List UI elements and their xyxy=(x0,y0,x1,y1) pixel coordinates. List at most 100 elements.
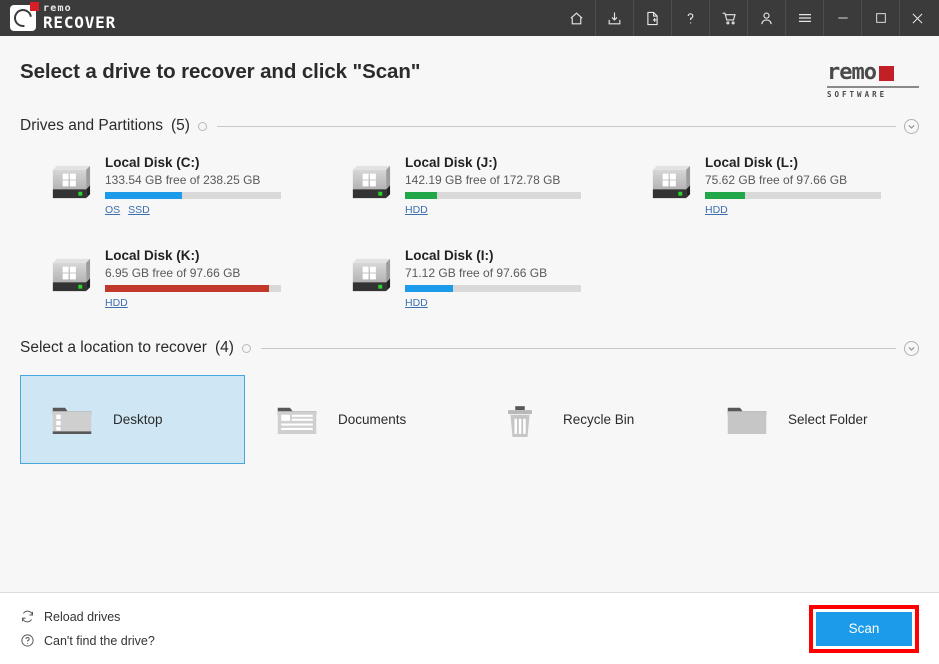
drive-name: Local Disk (L:) xyxy=(705,155,881,170)
drive-name: Local Disk (C:) xyxy=(105,155,281,170)
close-icon[interactable] xyxy=(899,0,939,36)
section-divider-line xyxy=(217,126,896,127)
drive-icon xyxy=(46,250,93,297)
locations-list: Desktop Documents Recycle Bin Select Fol… xyxy=(20,375,919,464)
drive-icon xyxy=(46,157,93,204)
logo-subtext: SOFTWARE xyxy=(827,90,919,99)
refresh-icon xyxy=(20,609,35,624)
footer-links: Reload drives Can't find the drive? xyxy=(20,609,155,648)
new-file-icon[interactable] xyxy=(633,0,671,36)
documents-folder-icon xyxy=(276,402,318,438)
help-icon[interactable] xyxy=(671,0,709,36)
drive-tags: HDD xyxy=(405,297,581,309)
drive-icon xyxy=(346,250,393,297)
remo-logo-icon xyxy=(10,5,36,31)
desktop-folder-icon xyxy=(51,402,93,438)
drive-tag[interactable]: HDD xyxy=(405,297,428,309)
page-header: Select a drive to recover and click "Sca… xyxy=(20,36,919,99)
drive-tag[interactable]: HDD xyxy=(405,204,428,216)
section-divider-line xyxy=(261,348,896,349)
drives-list: Local Disk (C:) 133.54 GB free of 238.25… xyxy=(20,149,919,313)
drive-card[interactable]: Local Disk (K:) 6.95 GB free of 97.66 GB… xyxy=(20,242,320,313)
drive-icon xyxy=(646,157,693,204)
maximize-icon[interactable] xyxy=(861,0,899,36)
location-section-header: Select a location to recover (4) xyxy=(20,339,919,357)
drive-icon xyxy=(346,250,393,297)
drive-icon xyxy=(346,157,393,204)
drive-free-space: 6.95 GB free of 97.66 GB xyxy=(105,266,281,280)
home-icon[interactable] xyxy=(557,0,595,36)
minimize-icon[interactable] xyxy=(823,0,861,36)
remo-software-logo: remo SOFTWARE xyxy=(827,60,919,99)
drive-name: Local Disk (J:) xyxy=(405,155,581,170)
reload-drives-button[interactable]: Reload drives xyxy=(20,609,155,624)
drive-card[interactable]: Local Disk (C:) 133.54 GB free of 238.25… xyxy=(20,149,320,220)
remo-recover-window: remo RECOVER xyxy=(0,0,939,664)
footer-bar: Reload drives Can't find the drive? Scan xyxy=(0,592,939,664)
drive-name: Local Disk (K:) xyxy=(105,248,281,263)
recycle-bin-icon xyxy=(501,402,539,442)
drive-tags: HDD xyxy=(405,204,581,216)
location-label: Recycle Bin xyxy=(563,412,634,427)
drive-tag[interactable]: HDD xyxy=(105,297,128,309)
drive-icon xyxy=(46,157,93,204)
location-label: Desktop xyxy=(113,412,163,427)
scan-button[interactable]: Scan xyxy=(816,612,912,646)
drive-tag[interactable]: HDD xyxy=(705,204,728,216)
drive-usage-bar xyxy=(105,285,281,292)
drive-free-space: 75.62 GB free of 97.66 GB xyxy=(705,173,881,187)
drive-card[interactable]: Local Disk (I:) 71.12 GB free of 97.66 G… xyxy=(320,242,620,313)
cant-find-drive-link[interactable]: Can't find the drive? xyxy=(20,633,155,648)
chevron-down-icon[interactable] xyxy=(904,119,919,134)
logo-divider xyxy=(827,86,919,88)
drive-tag[interactable]: OS xyxy=(105,204,120,216)
drive-icon xyxy=(46,250,93,297)
drive-name: Local Disk (I:) xyxy=(405,248,581,263)
folder-icon xyxy=(726,402,768,438)
drives-section-title: Drives and Partitions xyxy=(20,117,163,135)
drives-section-header: Drives and Partitions (5) xyxy=(20,117,919,135)
location-card-desktop[interactable]: Desktop xyxy=(20,375,245,464)
desktop-folder-icon xyxy=(51,402,93,438)
documents-folder-icon xyxy=(276,402,318,438)
title-bar: remo RECOVER xyxy=(0,0,939,36)
menu-icon[interactable] xyxy=(785,0,823,36)
location-section-title: Select a location to recover xyxy=(20,339,207,357)
drive-tags: HDD xyxy=(105,297,281,309)
cart-icon[interactable] xyxy=(709,0,747,36)
drive-free-space: 71.12 GB free of 97.66 GB xyxy=(405,266,581,280)
drive-tags: HDD xyxy=(705,204,881,216)
user-icon[interactable] xyxy=(747,0,785,36)
app-brand: remo RECOVER xyxy=(0,4,116,32)
drive-card[interactable]: Local Disk (L:) 75.62 GB free of 97.66 G… xyxy=(620,149,920,220)
drive-icon xyxy=(646,157,693,204)
page-title: Select a drive to recover and click "Sca… xyxy=(20,60,420,84)
brand-large-text: RECOVER xyxy=(43,15,116,31)
drive-tag[interactable]: SSD xyxy=(128,204,150,216)
logo-square-icon xyxy=(879,66,894,81)
chevron-down-icon[interactable] xyxy=(904,341,919,356)
logo-wordmark: remo xyxy=(827,62,876,84)
drive-tags: OS SSD xyxy=(105,204,281,216)
section-line-dot xyxy=(198,122,207,131)
scan-button-wrapper: Scan xyxy=(809,605,919,653)
location-card-recycle-bin[interactable]: Recycle Bin xyxy=(470,375,695,464)
drive-card[interactable]: Local Disk (J:) 142.19 GB free of 172.78… xyxy=(320,149,620,220)
reload-drives-label: Reload drives xyxy=(44,610,120,624)
drive-usage-bar xyxy=(105,192,281,199)
drive-usage-bar xyxy=(705,192,881,199)
save-icon[interactable] xyxy=(595,0,633,36)
drive-usage-bar xyxy=(405,285,581,292)
drive-icon xyxy=(346,157,393,204)
question-circle-icon xyxy=(20,633,35,648)
location-label: Select Folder xyxy=(788,412,868,427)
window-controls xyxy=(557,0,939,36)
location-label: Documents xyxy=(338,412,406,427)
location-section-count: (4) xyxy=(215,339,234,357)
location-card-select-folder[interactable]: Select Folder xyxy=(695,375,920,464)
section-line-dot xyxy=(242,344,251,353)
cant-find-drive-label: Can't find the drive? xyxy=(44,634,155,648)
location-card-documents[interactable]: Documents xyxy=(245,375,470,464)
folder-icon xyxy=(726,402,768,438)
main-content: Select a drive to recover and click "Sca… xyxy=(0,36,939,592)
